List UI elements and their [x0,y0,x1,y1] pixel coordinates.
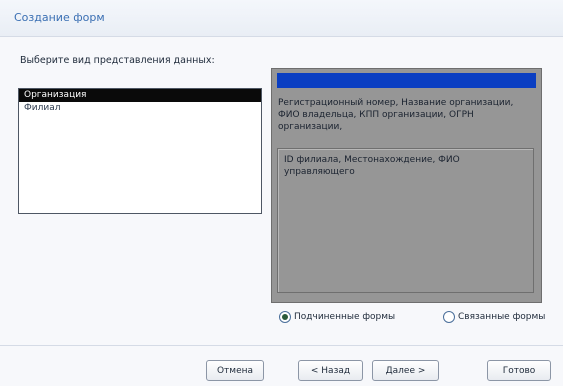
list-item-label: Организация [24,90,87,100]
view-prompt-label: Выберите вид представления данных: [20,55,215,66]
finish-button[interactable]: Готово [487,360,551,381]
cancel-button[interactable]: Отмена [206,360,264,381]
linked-forms-radio[interactable] [443,311,455,323]
footer-separator [0,345,563,346]
list-item-label: Филиал [24,103,61,113]
subforms-radio[interactable] [279,311,291,323]
subforms-option[interactable]: Подчиненные формы [279,311,395,323]
title-separator [0,36,563,37]
list-item-branch[interactable]: Филиал [19,102,261,115]
preview-main-fields: Регистрационный номер, Название организа… [278,98,514,132]
preview-header-bar [277,73,536,88]
title-bar: Создание форм [0,0,563,36]
subforms-label: Подчиненные формы [294,312,396,322]
next-button[interactable]: Далее > [372,360,439,381]
preview-subform-fields: ID филиала, Местонахождение, ФИО управля… [284,155,460,177]
linked-forms-option[interactable]: Связанные формы [443,311,545,323]
form-preview-panel: Регистрационный номер, Название организа… [271,68,542,303]
preview-subform-box: ID филиала, Местонахождение, ФИО управля… [277,148,534,293]
linked-forms-label: Связанные формы [458,312,546,322]
list-item-organization[interactable]: Организация [19,89,261,102]
dialog-title: Создание форм [14,11,105,24]
back-button[interactable]: < Назад [298,360,363,381]
data-view-listbox[interactable]: Организация Филиал [18,88,262,214]
